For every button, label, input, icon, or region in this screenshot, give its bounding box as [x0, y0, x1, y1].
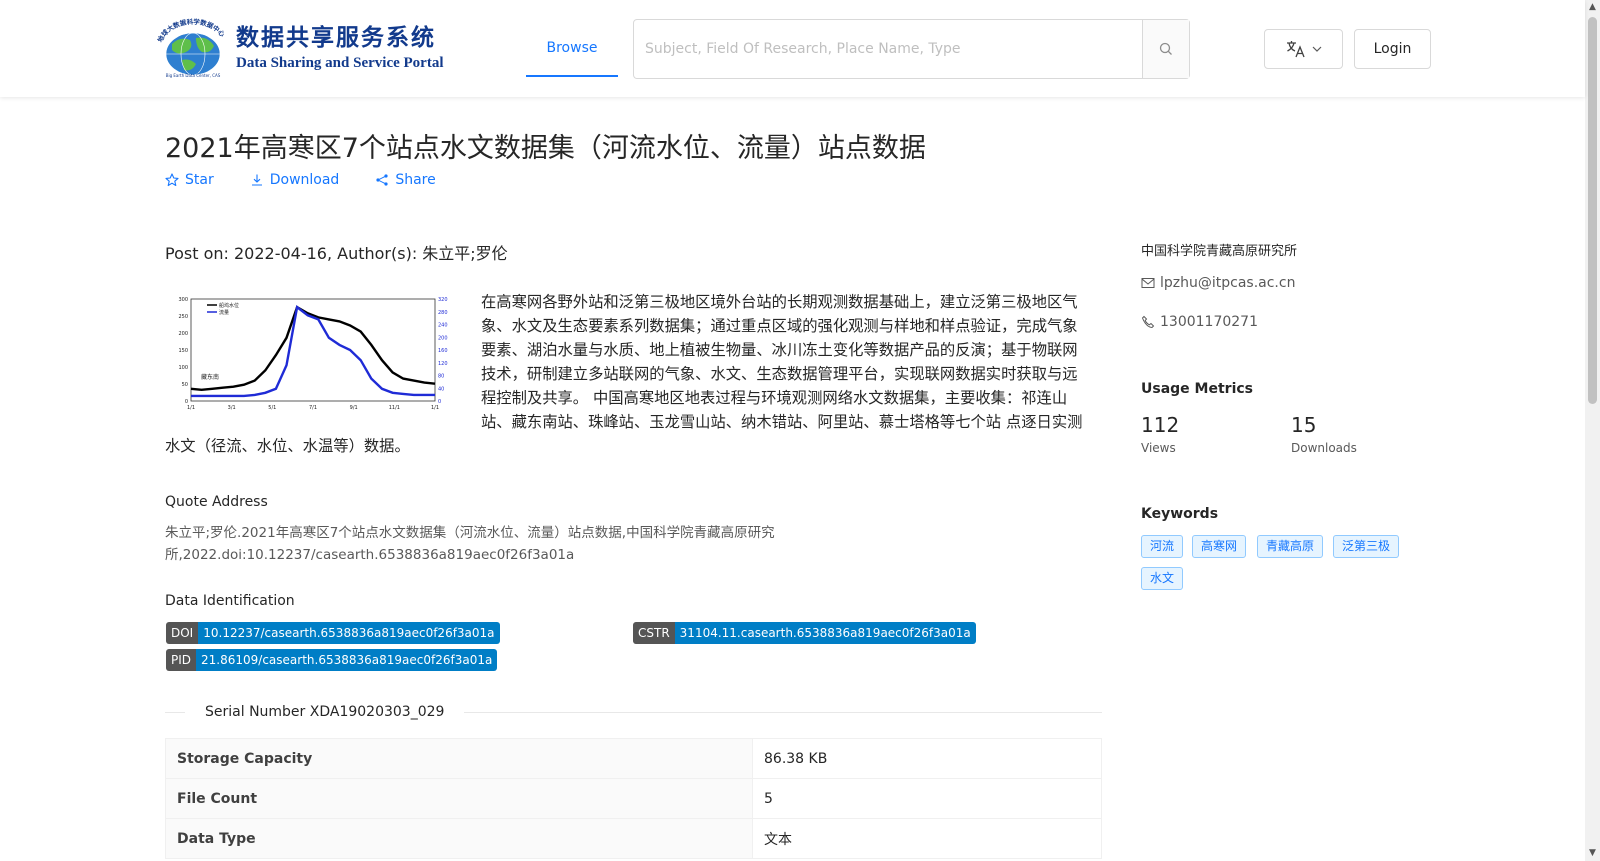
login-button[interactable]: Login — [1354, 29, 1431, 69]
keyword-tag[interactable]: 青藏高原 — [1257, 535, 1324, 558]
scroll-thumb[interactable] — [1588, 17, 1597, 404]
table-key: File Count — [165, 778, 753, 819]
table-key: Data Type — [165, 818, 753, 859]
keyword-tag[interactable]: 水文 — [1141, 567, 1184, 590]
table-row: Storage Capacity 86.38 KB — [165, 738, 1102, 779]
portal-logo[interactable]: 地球大数据科学数据中心 Big Earth Data Center, CAS 数… — [154, 18, 444, 78]
page-scrollbar[interactable]: ▲ ▼ — [1585, 0, 1600, 861]
identification-heading: Data Identification — [165, 593, 295, 609]
organization-name: 中国科学院青藏高原研究所 — [1141, 244, 1298, 259]
usage-metrics-heading: Usage Metrics — [1141, 381, 1253, 397]
doi-badge-label: DOI — [166, 622, 199, 644]
downloads-count: 15 — [1291, 413, 1317, 437]
top-header: 地球大数据科学数据中心 Big Earth Data Center, CAS 数… — [0, 0, 1585, 97]
translate-icon — [1286, 41, 1305, 58]
doi-badge[interactable]: DOI 10.12237/casearth.6538836a819aec0f26… — [166, 622, 500, 644]
logo-title-en: Data Sharing and Service Portal — [236, 55, 444, 71]
quote-heading: Quote Address — [165, 494, 268, 510]
mail-icon — [1141, 278, 1155, 288]
table-key: Storage Capacity — [165, 738, 753, 779]
cstr-badge[interactable]: CSTR 31104.11.casearth.6538836a819aec0f2… — [633, 622, 976, 644]
keyword-tag[interactable]: 河流 — [1141, 535, 1184, 558]
table-row: File Count 5 — [165, 778, 1102, 819]
table-value: 86.38 KB — [752, 738, 1102, 779]
keyword-tag[interactable]: 高寒网 — [1192, 535, 1247, 558]
search-box — [633, 19, 1190, 79]
scroll-up-arrow[interactable]: ▲ — [1585, 0, 1600, 15]
abstract-block: 在高寒网各野外站和泛第三极地区境外台站的长期观测数据基础上，建立泛第三极地区气象… — [165, 290, 1091, 458]
keyword-tag[interactable]: 泛第三极 — [1333, 535, 1400, 558]
phone-text: 13001170271 — [1160, 314, 1258, 330]
contact-phone[interactable]: 13001170271 — [1141, 314, 1258, 330]
serial-number: Serial Number XDA19020303_029 — [185, 704, 465, 720]
keywords-heading: Keywords — [1141, 506, 1219, 522]
table-value: 文本 — [752, 818, 1102, 859]
star-label: Star — [185, 172, 214, 188]
views-count: 112 — [1141, 413, 1180, 437]
nav-browse[interactable]: Browse — [526, 20, 618, 77]
dataset-info-table: Storage Capacity 86.38 KB File Count 5 D… — [165, 738, 1102, 859]
star-button[interactable]: Star — [165, 172, 214, 188]
page-title: 2021年高寒区7个站点水文数据集（河流水位、流量）站点数据 — [165, 133, 926, 164]
table-value: 5 — [752, 778, 1102, 819]
scroll-down-arrow[interactable]: ▼ — [1585, 846, 1600, 861]
cstr-badge-label: CSTR — [633, 622, 675, 644]
share-label: Share — [395, 172, 436, 188]
downloads-label: Downloads — [1291, 441, 1357, 455]
phone-icon — [1141, 315, 1155, 329]
email-text: lpzhu@itpcas.ac.cn — [1160, 275, 1296, 291]
share-button[interactable]: Share — [375, 172, 436, 188]
chevron-down-icon — [1312, 46, 1321, 52]
search-button[interactable] — [1142, 20, 1189, 78]
downloads-metric: 15 Downloads — [1291, 413, 1357, 455]
download-icon — [251, 174, 262, 186]
views-metric: 112 Views — [1141, 413, 1179, 455]
pid-badge-label: PID — [166, 649, 197, 671]
star-icon — [165, 173, 179, 187]
doi-badge-value: 10.12237/casearth.6538836a819aec0f26f3a0… — [198, 622, 500, 644]
search-icon — [1159, 42, 1172, 55]
dataset-actions: Star Download Share — [165, 172, 472, 188]
quote-text: 朱立平;罗伦.2021年高寒区7个站点水文数据集（河流水位、流量）站点数据,中国… — [165, 525, 775, 563]
pid-badge-value: 21.86109/casearth.6538836a819aec0f26f3a0… — [196, 649, 498, 671]
views-label: Views — [1141, 441, 1176, 455]
table-row: Data Type 文本 — [165, 818, 1102, 859]
language-selector[interactable] — [1264, 29, 1343, 69]
download-button[interactable]: Download — [250, 172, 340, 188]
contact-email[interactable]: lpzhu@itpcas.ac.cn — [1141, 275, 1295, 291]
share-icon — [376, 174, 388, 186]
pid-badge[interactable]: PID 21.86109/casearth.6538836a819aec0f26… — [166, 649, 498, 671]
svg-text:Big Earth Data Center, CAS: Big Earth Data Center, CAS — [166, 73, 221, 78]
download-label: Download — [269, 172, 340, 188]
search-input[interactable] — [634, 20, 1142, 78]
globe-logo-icon: 地球大数据科学数据中心 Big Earth Data Center, CAS — [155, 18, 227, 78]
cstr-badge-value: 31104.11.casearth.6538836a819aec0f26f3a0… — [674, 622, 976, 644]
logo-title-cn: 数据共享服务系统 — [236, 25, 436, 51]
post-info: Post on: 2022-04-16, Author(s): 朱立平;罗伦 — [165, 244, 508, 263]
